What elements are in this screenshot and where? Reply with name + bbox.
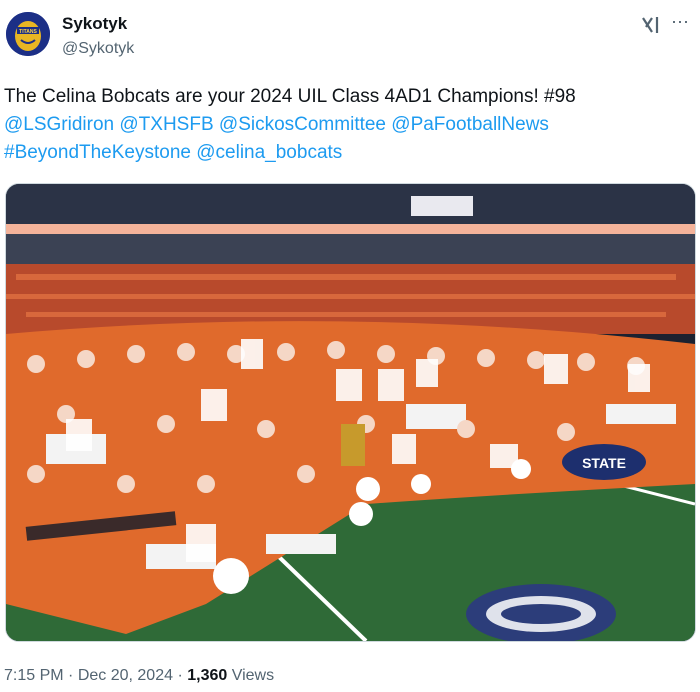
tweet-photo[interactable]: STATE bbox=[5, 183, 696, 642]
tweet-mentions-line1[interactable]: @LSGridiron @TXHSFB @SickosCommittee @Pa… bbox=[4, 114, 549, 135]
author-handle[interactable]: @Sykotyk bbox=[62, 40, 134, 58]
svg-text:TITANS: TITANS bbox=[19, 29, 37, 35]
meta-separator: · bbox=[63, 667, 78, 684]
tweet-time[interactable]: 7:15 PM bbox=[4, 667, 64, 684]
tweet-meta: 7:15 PM · Dec 20, 2024 · 1,360 Views bbox=[4, 667, 274, 685]
more-options-icon[interactable]: ⋯ bbox=[671, 12, 690, 33]
tweet-body: The Celina Bobcats are your 2024 UIL Cla… bbox=[4, 86, 576, 107]
author-name[interactable]: Sykotyk bbox=[62, 14, 127, 34]
meta-separator: · bbox=[173, 667, 188, 684]
titans-logo-icon: TITANS bbox=[6, 12, 50, 56]
views-label: Views bbox=[227, 667, 275, 684]
team-celebration-photo: STATE bbox=[6, 184, 695, 641]
tweet-date[interactable]: Dec 20, 2024 bbox=[78, 667, 173, 684]
tweet-text: The Celina Bobcats are your 2024 UIL Cla… bbox=[4, 83, 694, 167]
grok-icon[interactable] bbox=[640, 14, 662, 36]
state-sign: STATE bbox=[562, 444, 646, 480]
avatar[interactable]: TITANS bbox=[6, 12, 50, 56]
views-count: 1,360 bbox=[187, 667, 228, 684]
svg-text:STATE: STATE bbox=[582, 455, 626, 471]
tweet-mentions-line2[interactable]: #BeyondTheKeystone @celina_bobcats bbox=[4, 142, 342, 163]
